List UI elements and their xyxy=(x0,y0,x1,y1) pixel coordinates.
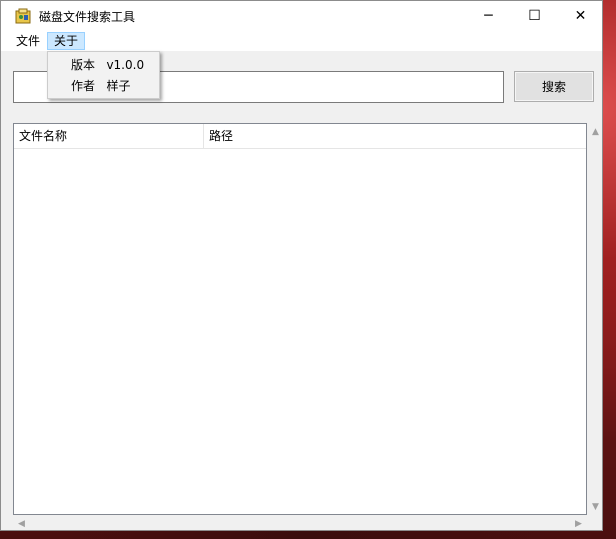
menu-about[interactable]: 关于 xyxy=(47,32,86,50)
results-list[interactable]: 文件名称 路径 xyxy=(13,123,587,515)
about-dropdown-menu: 版本 v1.0.0 作者 样子 xyxy=(47,51,160,99)
maximize-button[interactable]: ☐ xyxy=(512,1,557,31)
minimize-icon: ─ xyxy=(484,8,493,24)
scroll-down-icon[interactable]: ▼ xyxy=(587,498,602,515)
window-title: 磁盘文件搜索工具 xyxy=(39,10,136,24)
search-button[interactable]: 搜索 xyxy=(514,71,594,102)
results-header: 文件名称 路径 xyxy=(14,124,586,149)
menu-item-version[interactable]: 版本 v1.0.0 xyxy=(50,55,157,75)
menu-file[interactable]: 文件 xyxy=(10,32,46,50)
column-header-filename[interactable]: 文件名称 xyxy=(14,124,204,148)
app-window: 磁盘文件搜索工具 ─ ☐ ✕ 文件 关于 搜索 文件名称 路径 ▲ ▼ ◀ ▶ … xyxy=(0,0,603,531)
horizontal-scrollbar[interactable]: ◀ ▶ xyxy=(13,515,587,530)
scroll-left-icon[interactable]: ◀ xyxy=(13,515,30,530)
column-header-path[interactable]: 路径 xyxy=(204,124,584,148)
close-button[interactable]: ✕ xyxy=(558,1,602,31)
vertical-scrollbar[interactable]: ▲ ▼ xyxy=(587,123,602,515)
menu-bar: 文件 关于 xyxy=(1,31,602,51)
scroll-right-icon[interactable]: ▶ xyxy=(570,515,587,530)
scroll-up-icon[interactable]: ▲ xyxy=(587,123,602,140)
app-icon xyxy=(15,8,31,24)
title-bar[interactable]: 磁盘文件搜索工具 ─ ☐ ✕ xyxy=(1,1,602,31)
close-icon: ✕ xyxy=(574,8,587,24)
menu-item-author[interactable]: 作者 样子 xyxy=(50,76,157,96)
maximize-icon: ☐ xyxy=(528,8,541,24)
minimize-button[interactable]: ─ xyxy=(466,1,511,31)
